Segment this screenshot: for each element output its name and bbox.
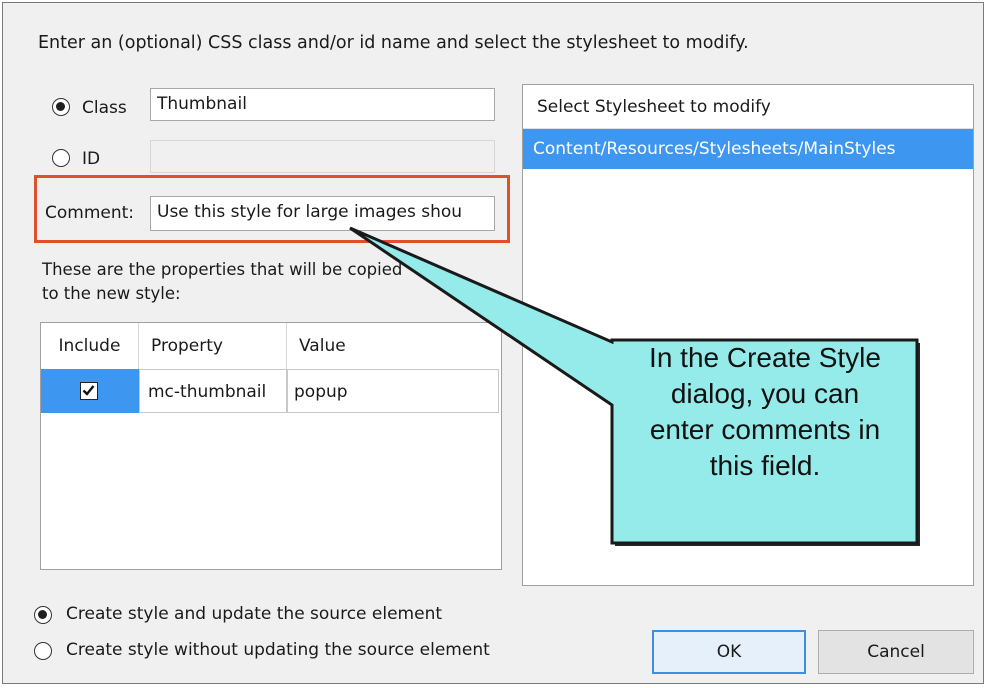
update-source-label: Create style and update the source eleme…: [66, 604, 443, 624]
callout-text: In the Create Style dialog, you can ente…: [612, 340, 918, 484]
callout-line: enter comments in: [649, 414, 881, 445]
callout-line: this field.: [709, 450, 821, 481]
callout-line: dialog, you can: [670, 378, 860, 409]
ok-button[interactable]: OK: [652, 630, 806, 674]
no-update-source-label: Create style without updating the source…: [66, 640, 490, 660]
no-update-source-radio[interactable]: [34, 642, 52, 660]
update-source-radio[interactable]: [34, 606, 52, 624]
cancel-button[interactable]: Cancel: [818, 630, 974, 674]
callout-line: In the Create Style: [649, 342, 881, 373]
